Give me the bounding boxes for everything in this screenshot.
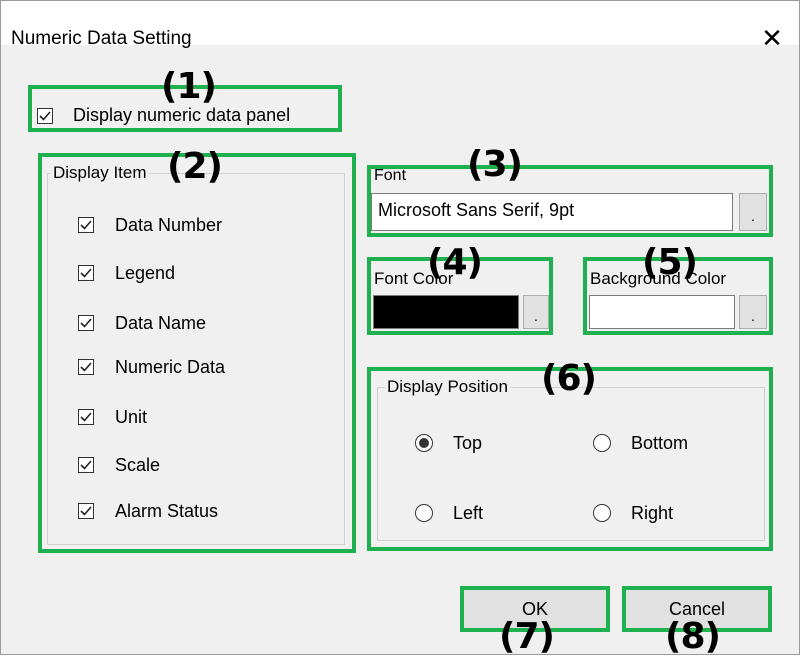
position-bottom-label: Bottom xyxy=(631,433,689,453)
display-panel-label: Display numeric data panel xyxy=(73,105,291,125)
close-button[interactable]: ✕ xyxy=(755,23,789,53)
position-right-radio[interactable] xyxy=(593,504,611,522)
position-top-label: Top xyxy=(453,433,483,453)
numeric-data-setting-dialog: Numeric Data Setting ✕ (1) Display numer… xyxy=(0,0,800,655)
legend-label: Legend xyxy=(115,263,176,283)
background-color-browse-button[interactable]: . xyxy=(739,295,767,329)
callout-6: (6) xyxy=(541,358,597,399)
font-browse-button[interactable]: . xyxy=(739,193,767,231)
callout-2: (2) xyxy=(167,146,223,187)
data-number-checkbox[interactable] xyxy=(78,217,94,233)
check-icon xyxy=(80,220,92,230)
check-icon xyxy=(80,506,92,516)
check-icon xyxy=(80,318,92,328)
callout-1: (1) xyxy=(161,66,217,107)
close-icon: ✕ xyxy=(761,23,783,53)
callout-4: (4) xyxy=(427,242,483,283)
callout-8: (8) xyxy=(665,616,721,657)
scale-checkbox[interactable] xyxy=(78,457,94,473)
font-legend: Font xyxy=(374,167,407,184)
highlight-box-2 xyxy=(38,153,356,553)
data-name-label: Data Name xyxy=(115,313,207,333)
check-icon xyxy=(39,111,51,121)
numeric-data-checkbox[interactable] xyxy=(78,359,94,375)
position-left-label: Left xyxy=(453,503,484,523)
alarm-status-checkbox[interactable] xyxy=(78,503,94,519)
callout-5: (5) xyxy=(642,242,698,283)
check-icon xyxy=(80,412,92,422)
data-name-checkbox[interactable] xyxy=(78,315,94,331)
background-color-swatch[interactable] xyxy=(589,295,735,329)
numeric-data-label: Numeric Data xyxy=(115,357,226,377)
position-bottom-radio[interactable] xyxy=(593,434,611,452)
callout-3: (3) xyxy=(467,144,523,185)
font-field[interactable]: Microsoft Sans Serif, 9pt xyxy=(371,193,733,231)
unit-checkbox[interactable] xyxy=(78,409,94,425)
alarm-status-label: Alarm Status xyxy=(115,501,219,521)
data-number-label: Data Number xyxy=(115,215,223,235)
position-left-radio[interactable] xyxy=(415,504,433,522)
position-right-label: Right xyxy=(631,503,674,523)
dialog-title: Numeric Data Setting xyxy=(11,28,192,49)
legend-checkbox[interactable] xyxy=(78,265,94,281)
check-icon xyxy=(80,362,92,372)
check-icon xyxy=(80,460,92,470)
unit-label: Unit xyxy=(115,407,148,427)
font-color-browse-button[interactable]: . xyxy=(523,295,549,329)
check-icon xyxy=(80,268,92,278)
callout-7: (7) xyxy=(499,616,555,657)
display-panel-checkbox[interactable] xyxy=(37,108,53,124)
scale-label: Scale xyxy=(115,455,161,475)
position-top-radio[interactable] xyxy=(415,434,433,452)
font-color-swatch[interactable] xyxy=(373,295,519,329)
